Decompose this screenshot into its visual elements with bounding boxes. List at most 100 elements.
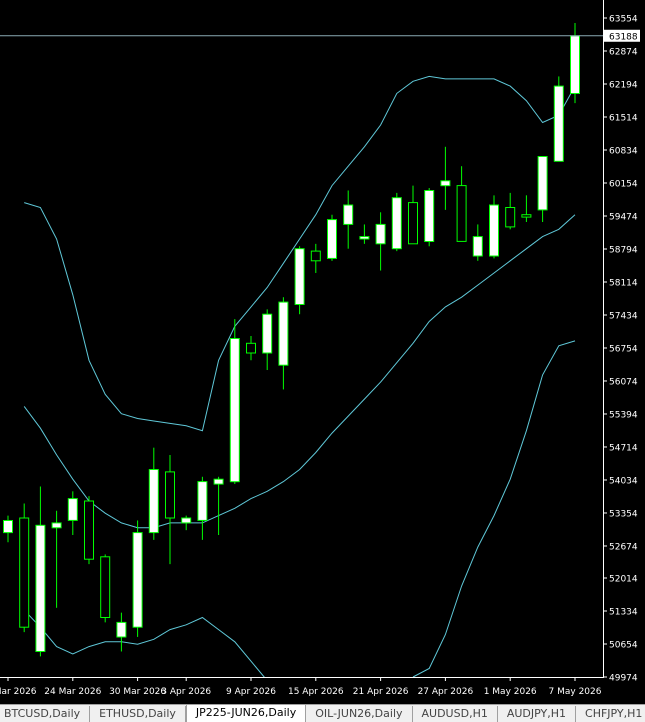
price-chart[interactable]: 63554 62874 62194 61514 60834 60154 59474 58794… [0, 0, 645, 704]
candlestick-series [3, 23, 580, 657]
candle-body [100, 556, 111, 618]
candle [51, 510, 62, 608]
candle-body [3, 520, 13, 534]
current-price-line: 63188 [0, 29, 640, 42]
tab-ethusd-daily[interactable]: ETHUSD,Daily [90, 706, 186, 722]
candle [197, 476, 208, 540]
candle [100, 554, 111, 623]
candle-body [391, 197, 402, 250]
price-tick-label: 50654 [609, 641, 638, 651]
candle [262, 309, 273, 371]
date-tick-label: 30 Mar 2026 [109, 687, 166, 697]
candle-body [165, 471, 175, 519]
price-tick-label: 54034 [609, 476, 638, 486]
price-tick-label: 55394 [609, 410, 638, 420]
candle-body [537, 156, 548, 211]
candle [343, 190, 354, 249]
candle [489, 195, 499, 259]
candle [165, 454, 175, 565]
date-tick-label: 27 Apr 2026 [418, 687, 474, 697]
candle [246, 336, 256, 361]
date-tick-label: 1 May 2026 [484, 687, 537, 697]
candle-body [35, 524, 46, 652]
candle-body [132, 532, 143, 628]
price-tick-label: 56754 [609, 344, 638, 354]
candle [408, 185, 418, 245]
date-tick-label: 24 Mar 2026 [44, 687, 101, 697]
date-tick-label: 9 Apr 2026 [226, 687, 276, 697]
candle-body [408, 202, 418, 245]
candle-body [359, 236, 370, 240]
candle-body [521, 214, 532, 218]
candle-body [570, 35, 580, 94]
candle-body [505, 207, 516, 228]
candle [553, 76, 564, 162]
current-price-label: 63188 [609, 32, 638, 42]
candle [3, 515, 13, 543]
price-tick-label: 58114 [609, 278, 638, 288]
candle [181, 515, 192, 531]
candle-body [262, 313, 273, 354]
candle-body [19, 517, 30, 628]
price-tick-label: 60834 [609, 146, 638, 156]
tab-oil-jun26-daily[interactable]: OIL-JUN26,Daily [306, 706, 413, 722]
date-tick-label: 15 Apr 2026 [288, 687, 344, 697]
price-tick-label: 63554 [609, 15, 638, 25]
candle-body [116, 621, 127, 638]
tab-jp225-jun26-daily[interactable]: JP225-JUN26,Daily [185, 705, 307, 722]
candle [132, 520, 143, 637]
candle-body [553, 85, 564, 162]
date-tick-label: 21 Apr 2026 [353, 687, 409, 697]
candle-body [246, 342, 256, 354]
candle-body [440, 180, 451, 187]
candle-body [229, 338, 240, 483]
candle [456, 166, 467, 242]
candle [327, 214, 337, 261]
candle [424, 188, 435, 247]
candle-body [213, 478, 224, 485]
price-tick-label: 54714 [609, 443, 638, 453]
candle [67, 491, 78, 536]
candle-body [327, 219, 337, 259]
candle [505, 192, 516, 230]
candle-body [181, 517, 192, 524]
candle [310, 243, 321, 273]
price-tick-label: 58794 [609, 245, 638, 255]
candle [84, 496, 94, 565]
price-tick-label: 61514 [609, 113, 638, 123]
tab-btcusd-daily[interactable]: BTCUSD,Daily [0, 706, 91, 722]
price-tick-label: 52014 [609, 575, 638, 585]
tab-audusd-h1[interactable]: AUDUSD,H1 [413, 706, 498, 722]
candle-body [278, 301, 289, 366]
candle-body [375, 223, 386, 245]
candle [521, 195, 532, 223]
price-tick-label: 52674 [609, 542, 638, 552]
candle [148, 447, 159, 540]
candle-body [67, 498, 78, 521]
date-tick-label: 18 Mar 2026 [0, 687, 37, 697]
price-tick-label: 60154 [609, 179, 638, 189]
candle [294, 246, 305, 315]
candle [359, 224, 370, 244]
candle-body [424, 190, 435, 242]
candle [537, 156, 548, 223]
candle-body [472, 236, 483, 257]
price-tick-label: 62194 [609, 80, 638, 90]
candle-body [456, 185, 467, 242]
candle-body [310, 250, 321, 262]
candle [391, 192, 402, 252]
tab-chfjpy-h1[interactable]: CHFJPY,H1 [576, 706, 645, 722]
price-tick-label: 59474 [609, 212, 638, 222]
candle-body [294, 248, 305, 305]
price-tick-label: 62874 [609, 47, 638, 57]
candle [472, 224, 483, 261]
price-tick-label: 49974 [609, 674, 638, 684]
price-tick-label: 56074 [609, 377, 638, 387]
candle-body [197, 481, 208, 521]
bollinger-lower-line [23, 340, 576, 678]
tab-audjpy-h1[interactable]: AUDJPY,H1 [498, 706, 577, 722]
candle-body [343, 204, 354, 225]
price-tick-label: 53354 [609, 509, 638, 519]
candle [116, 612, 127, 652]
candle [278, 297, 289, 390]
